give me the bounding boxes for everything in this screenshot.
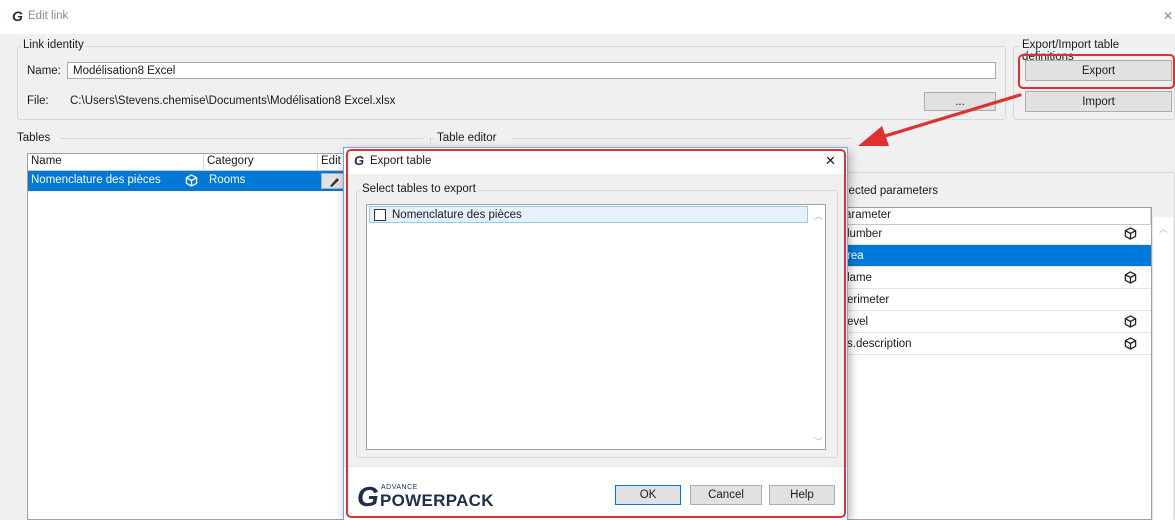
dialog-highlight (346, 149, 846, 518)
